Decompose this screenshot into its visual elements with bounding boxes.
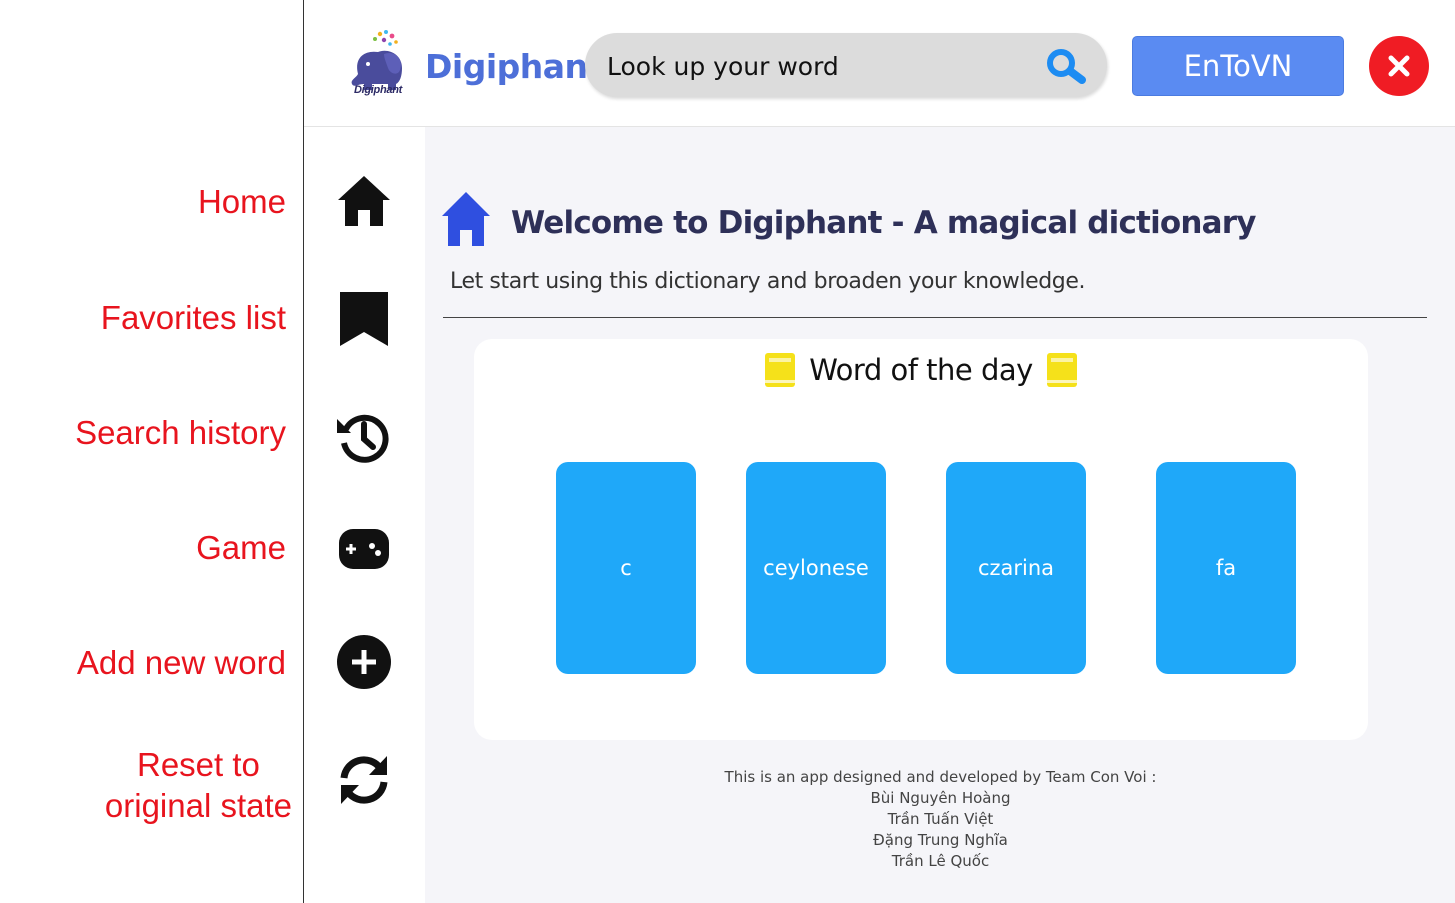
word-of-the-day-panel: Word of the day c ceylonese czarina fa [474, 339, 1368, 740]
footer-member: Đặng Trung Nghĩa [873, 831, 1008, 849]
book-icon [765, 353, 796, 387]
logo-caption: Digiphant [353, 84, 402, 96]
refresh-icon[interactable] [334, 750, 394, 810]
page-title: Welcome to Digiphant - A magical diction… [511, 205, 1256, 241]
word-of-the-day-heading: Word of the day [474, 349, 1368, 391]
divider [443, 317, 1427, 318]
history-icon[interactable] [334, 407, 394, 467]
home-icon[interactable] [334, 172, 394, 232]
plus-circle-icon[interactable] [334, 632, 394, 692]
search-input[interactable] [607, 46, 1027, 86]
annotation-reset: Reset to original state [104, 746, 292, 824]
close-button[interactable] [1369, 36, 1429, 96]
footer-member: Trần Tuấn Việt [887, 810, 994, 828]
bookmark-icon[interactable] [334, 289, 394, 349]
main-content: Welcome to Digiphant - A magical diction… [425, 127, 1455, 903]
book-icon [1046, 353, 1077, 387]
word-card[interactable]: fa [1156, 462, 1296, 674]
annotation-panel: Home Favorites list Search history Game … [0, 0, 303, 903]
search-bar [585, 33, 1107, 97]
page-subtitle: Let start using this dictionary and broa… [450, 269, 1086, 294]
header: Digiphant Digiphant EnToVN [304, 0, 1455, 127]
footer-member: Trần Lê Quốc [891, 852, 990, 870]
gamepad-icon[interactable] [334, 519, 394, 579]
footer-intro: This is an app designed and developed by… [724, 768, 1157, 786]
annotation-home: Home [197, 183, 286, 220]
footer-member: Bùi Nguyên Hoàng [870, 789, 1011, 807]
close-icon [1388, 55, 1410, 77]
annotation-game: Game [196, 529, 286, 566]
annotation-add: Add new word [76, 644, 286, 681]
annotation-favorites: Favorites list [100, 299, 286, 336]
brand-name: Digiphant [425, 47, 603, 86]
search-icon[interactable] [1044, 47, 1090, 85]
home-icon [442, 192, 490, 246]
footer-credits: This is an app designed and developed by… [425, 767, 1455, 872]
language-toggle-button[interactable]: EnToVN [1132, 36, 1344, 96]
annotation-history: Search history [75, 414, 286, 451]
word-card[interactable]: c [556, 462, 696, 674]
word-card[interactable]: czarina [946, 462, 1086, 674]
word-card[interactable]: ceylonese [746, 462, 886, 674]
sidebar [304, 127, 425, 903]
word-of-the-day-title: Word of the day [809, 353, 1033, 387]
app-window: Digiphant Digiphant EnToVN [303, 0, 1455, 903]
